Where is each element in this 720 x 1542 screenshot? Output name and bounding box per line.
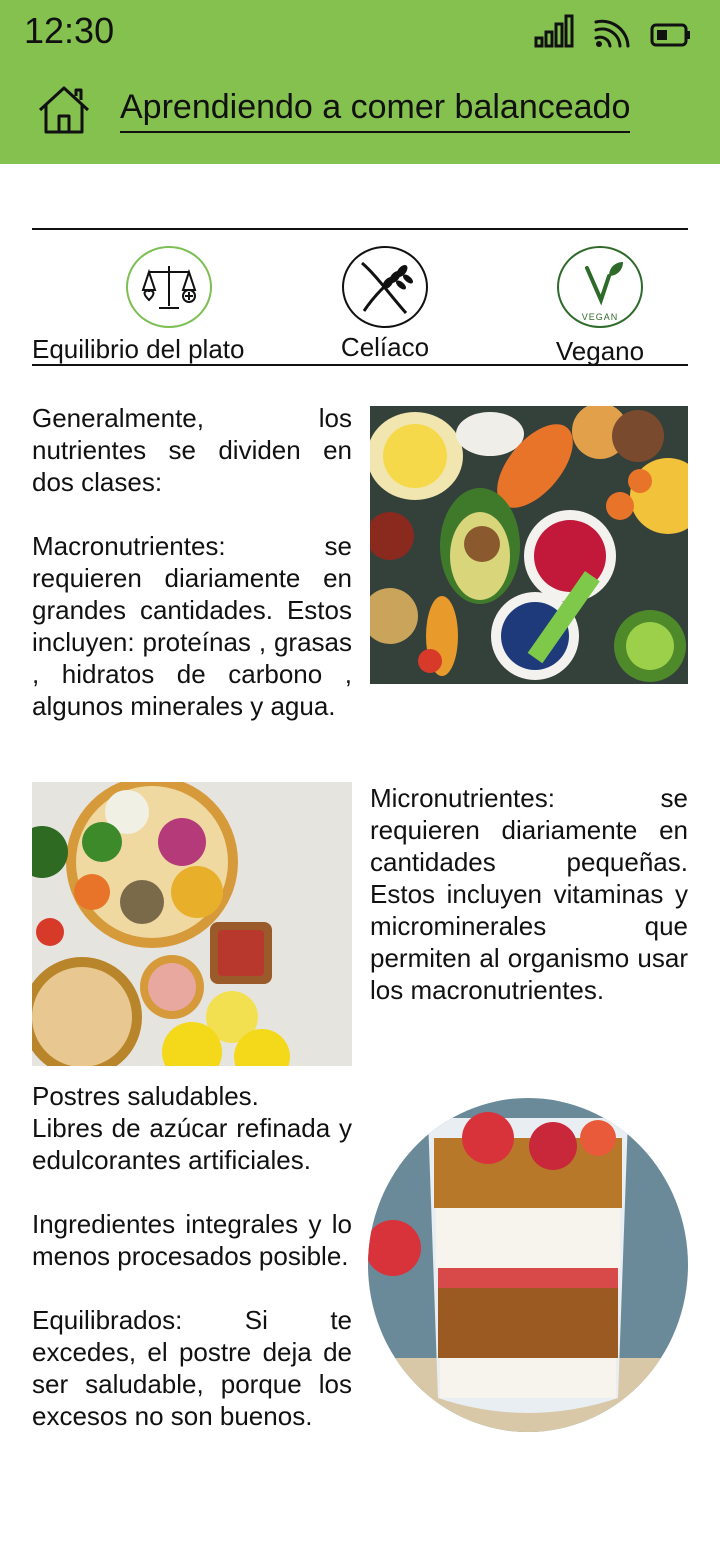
- app-bar: 12:30 Aprendiendo a comer balanceado: [0, 0, 720, 164]
- macronutrients-text: Generalmente, los nutrientes se dividen …: [32, 402, 352, 722]
- bowls-photo: [32, 782, 352, 1066]
- category-label: Equilibrio del plato: [32, 334, 245, 364]
- category-balance[interactable]: Equilibrio del plato: [32, 246, 272, 365]
- divider-top: [32, 228, 688, 230]
- desserts-paragraph-2: Ingredientes integrales y lo menos proce…: [32, 1209, 352, 1271]
- vegetables-photo: [370, 406, 688, 684]
- divider-bottom: [32, 364, 688, 366]
- desserts-paragraph-3: Equilibrados: Si te excedes, el postre d…: [32, 1305, 352, 1431]
- category-label: Celíaco: [340, 332, 430, 362]
- wifi-icon: [594, 19, 630, 48]
- category-vegan[interactable]: VEGAN Vegano: [540, 246, 660, 367]
- micronutrients-paragraph: Micronutrientes: se requieren diariament…: [370, 783, 688, 1005]
- home-icon[interactable]: [36, 84, 92, 136]
- gluten-free-icon: [342, 246, 428, 328]
- vegan-badge-text: VEGAN: [581, 312, 619, 322]
- desserts-paragraph-1: Libres de azúcar refinada y edulcorantes…: [32, 1113, 352, 1175]
- status-time: 12:30: [24, 10, 115, 51]
- battery-icon: [650, 23, 690, 47]
- status-icons: [534, 12, 692, 48]
- balance-scale-icon: [126, 246, 212, 328]
- desserts-heading: Postres saludables.: [32, 1081, 259, 1111]
- vegan-icon: VEGAN: [557, 246, 643, 328]
- macronutrients-paragraph: Macronutrientes: se requieren diariament…: [32, 531, 352, 721]
- intro-paragraph: Generalmente, los nutrientes se dividen …: [32, 403, 352, 497]
- page-title: Aprendiendo a comer balanceado: [120, 88, 631, 133]
- micronutrients-text: Micronutrientes: se requieren diariament…: [370, 782, 688, 1006]
- signal-icon: [534, 14, 574, 48]
- category-label: Vegano: [555, 336, 645, 366]
- category-celiac[interactable]: Celíaco: [330, 246, 440, 363]
- desserts-text: Postres saludables. Libres de azúcar ref…: [32, 1080, 352, 1432]
- parfait-photo: [368, 1098, 688, 1432]
